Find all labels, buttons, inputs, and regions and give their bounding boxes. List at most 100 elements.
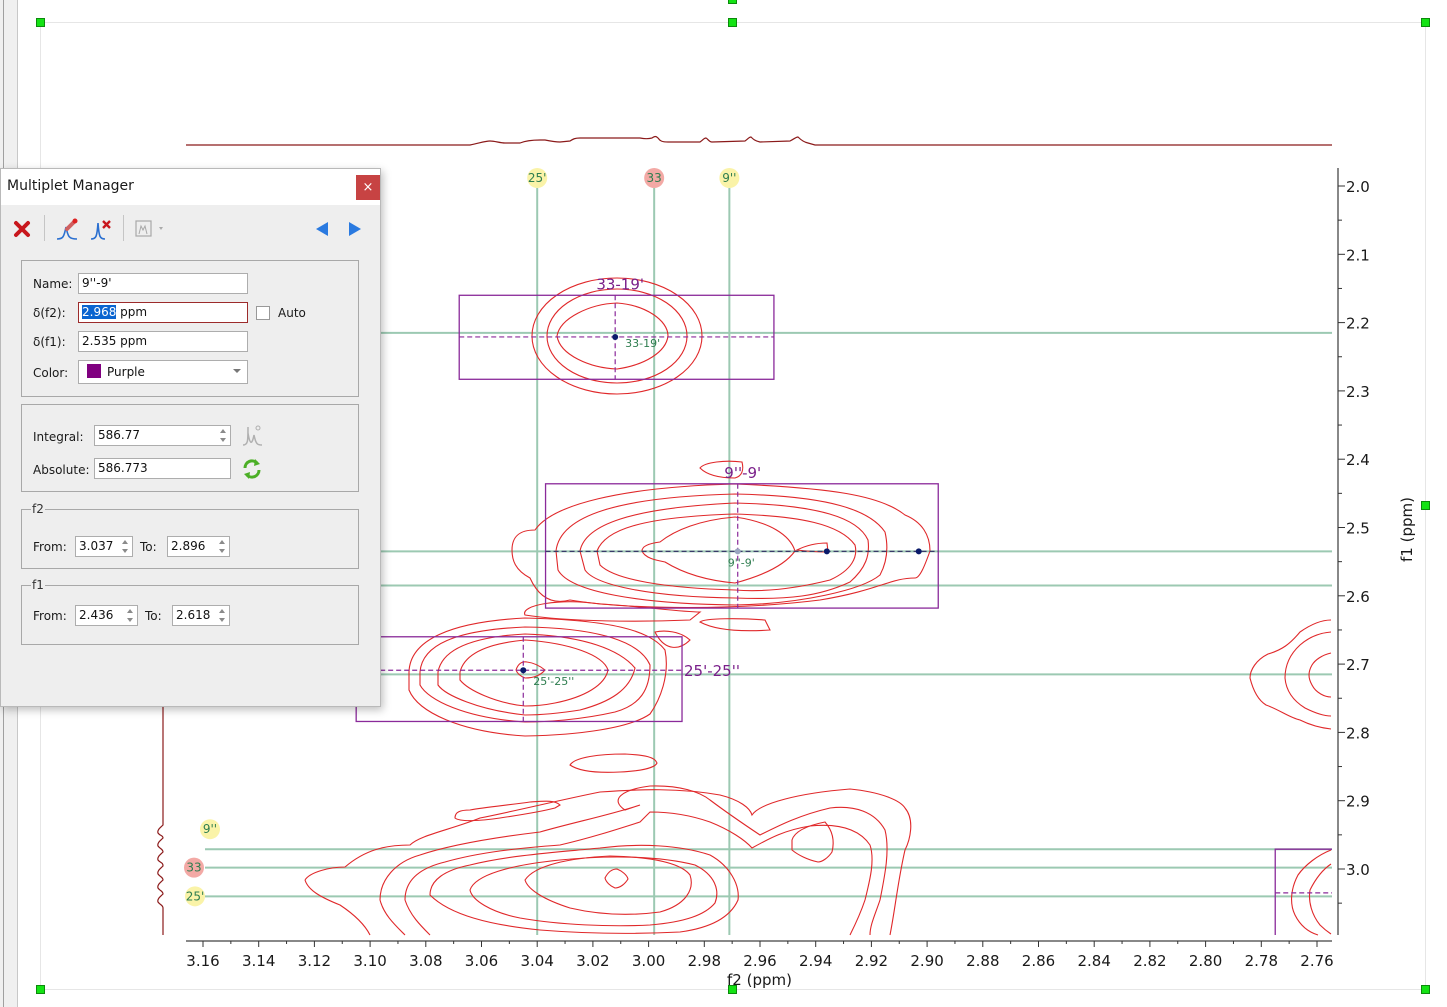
x-tick-label: 2.76 — [1300, 952, 1333, 970]
close-button[interactable]: × — [356, 175, 380, 200]
top-1d-trace — [186, 135, 1332, 146]
multiplet-title-label: 33-19' — [596, 275, 644, 293]
contour — [379, 899, 406, 936]
triangle-left-icon — [316, 222, 328, 236]
edit-peaks-button[interactable] — [54, 213, 80, 245]
x-tick-label: 3.00 — [632, 952, 665, 970]
multiplet-box — [544, 483, 939, 609]
color-select-value: Purple — [107, 365, 145, 379]
x-tick-label: 2.94 — [799, 952, 832, 970]
refresh-absolute-button[interactable] — [240, 457, 264, 485]
contour — [641, 516, 796, 584]
y-tick-label: 3.0 — [1346, 861, 1370, 879]
multiplet-manager-dialog: Multiplet Manager × Name: 9''-9' δ(f2): … — [0, 168, 381, 707]
contour — [404, 811, 873, 936]
f1-to-label: To: — [145, 609, 162, 623]
x-tick-label: 3.06 — [465, 952, 498, 970]
f1-from-value: 2.436 — [79, 608, 114, 622]
f2-to-input[interactable]: 2.896 — [167, 536, 230, 557]
peak-dot — [612, 333, 619, 340]
x-tick-label: 2.92 — [855, 952, 888, 970]
dialog-title: Multiplet Manager — [7, 178, 134, 194]
peak-dot — [823, 548, 830, 555]
assignment-label: 25' — [186, 889, 205, 903]
integral-calc-button[interactable] — [240, 423, 264, 451]
integral-input[interactable]: 586.77 — [94, 425, 231, 446]
contour — [404, 899, 431, 936]
contour — [699, 618, 771, 632]
auto-label: Auto — [278, 306, 306, 320]
y-tick-label: 2.9 — [1346, 793, 1370, 811]
x-tick-label: 2.96 — [743, 952, 776, 970]
x-tick-label: 2.82 — [1133, 952, 1166, 970]
multiplet-box — [355, 636, 683, 723]
x-tick-label: 3.10 — [353, 952, 386, 970]
f1-to-input[interactable]: 2.618 — [172, 605, 230, 626]
absolute-label: Absolute: — [33, 463, 90, 477]
x-axis-label: f2 (ppm) — [727, 971, 792, 989]
remove-peaks-button[interactable] — [88, 213, 114, 245]
integral-value: 586.77 — [98, 428, 140, 442]
delete-multiplet-button[interactable] — [9, 213, 35, 245]
x-tick-label: 3.12 — [298, 952, 331, 970]
f2-to-value: 2.896 — [171, 539, 206, 553]
toolbar-separator — [44, 215, 45, 241]
absolute-input[interactable]: 586.773 — [94, 458, 231, 479]
f1-from-label: From: — [33, 609, 67, 623]
assignment-label: 9'' — [203, 822, 217, 836]
previous-multiplet-button[interactable] — [309, 213, 335, 245]
chevron-down-icon — [233, 369, 241, 373]
contour — [1308, 863, 1332, 935]
contour — [459, 639, 609, 707]
f2-from-value: 3.037 — [79, 539, 114, 553]
f2-from-input[interactable]: 3.037 — [75, 536, 133, 557]
y-tick-label: 2.0 — [1346, 178, 1370, 196]
y-tick-label: 2.3 — [1346, 383, 1370, 401]
f1-from-input[interactable]: 2.436 — [75, 605, 138, 626]
x-tick-label: 2.88 — [966, 952, 999, 970]
color-label: Color: — [33, 366, 69, 380]
x-tick-label: 3.16 — [186, 952, 219, 970]
assignment-label: 9'' — [722, 171, 736, 185]
multiplet-title-label: 9''-9' — [724, 464, 761, 482]
f2-to-spinner[interactable] — [218, 538, 227, 555]
refresh-icon — [243, 459, 261, 479]
multiplet-tree-icon — [135, 220, 163, 237]
name-input[interactable]: 9''-9' — [78, 273, 248, 294]
x-tick-label: 2.86 — [1022, 952, 1055, 970]
x-tick-label: 2.98 — [688, 952, 721, 970]
multiplet-inner-label: 9''-9' — [728, 556, 755, 569]
f1-to-spinner[interactable] — [218, 607, 227, 624]
contour — [569, 753, 658, 773]
x-tick-label: 3.02 — [576, 952, 609, 970]
x-tick-label: 2.84 — [1077, 952, 1110, 970]
assignment-label: 25' — [528, 171, 547, 185]
name-label: Name: — [33, 277, 73, 291]
delta-f2-unit: ppm — [116, 305, 148, 319]
delta-f2-input[interactable]: 2.968 ppm — [78, 302, 248, 323]
multiplet-layer: 33-19' 33-19' 9''-9' 9''-9' 25'-25'' 25'-25'' — [355, 275, 1332, 935]
peak-dot — [915, 548, 922, 555]
f2-from-spinner[interactable] — [121, 538, 130, 555]
assignment-label: 33 — [186, 861, 201, 875]
delta-f1-input[interactable]: 2.535 ppm — [78, 331, 248, 352]
contour — [524, 855, 692, 915]
contour — [555, 493, 888, 606]
next-multiplet-button[interactable] — [342, 213, 368, 245]
contour — [604, 868, 629, 889]
auto-checkbox[interactable] — [256, 306, 270, 320]
integral-spinner[interactable] — [219, 427, 228, 444]
assignment-label: 33 — [647, 171, 662, 185]
multiplet-analysis-button[interactable] — [132, 213, 170, 245]
f1-to-value: 2.618 — [176, 608, 211, 622]
f1-from-spinner[interactable] — [126, 607, 135, 624]
dialog-title-bar[interactable]: Multiplet Manager × — [1, 169, 380, 205]
x-tick-label: 2.78 — [1245, 952, 1278, 970]
multiplet-properties-group: Name: 9''-9' δ(f2): 2.968 ppm Auto δ(f1)… — [21, 260, 359, 397]
red-x-delete-icon — [14, 221, 30, 237]
integral-curve-icon — [242, 425, 263, 446]
x-tick-label: 2.90 — [910, 952, 943, 970]
delta-f1-label: δ(f1): — [33, 335, 66, 349]
color-select[interactable]: Purple — [78, 360, 248, 384]
y-tick-label: 2.8 — [1346, 724, 1370, 742]
